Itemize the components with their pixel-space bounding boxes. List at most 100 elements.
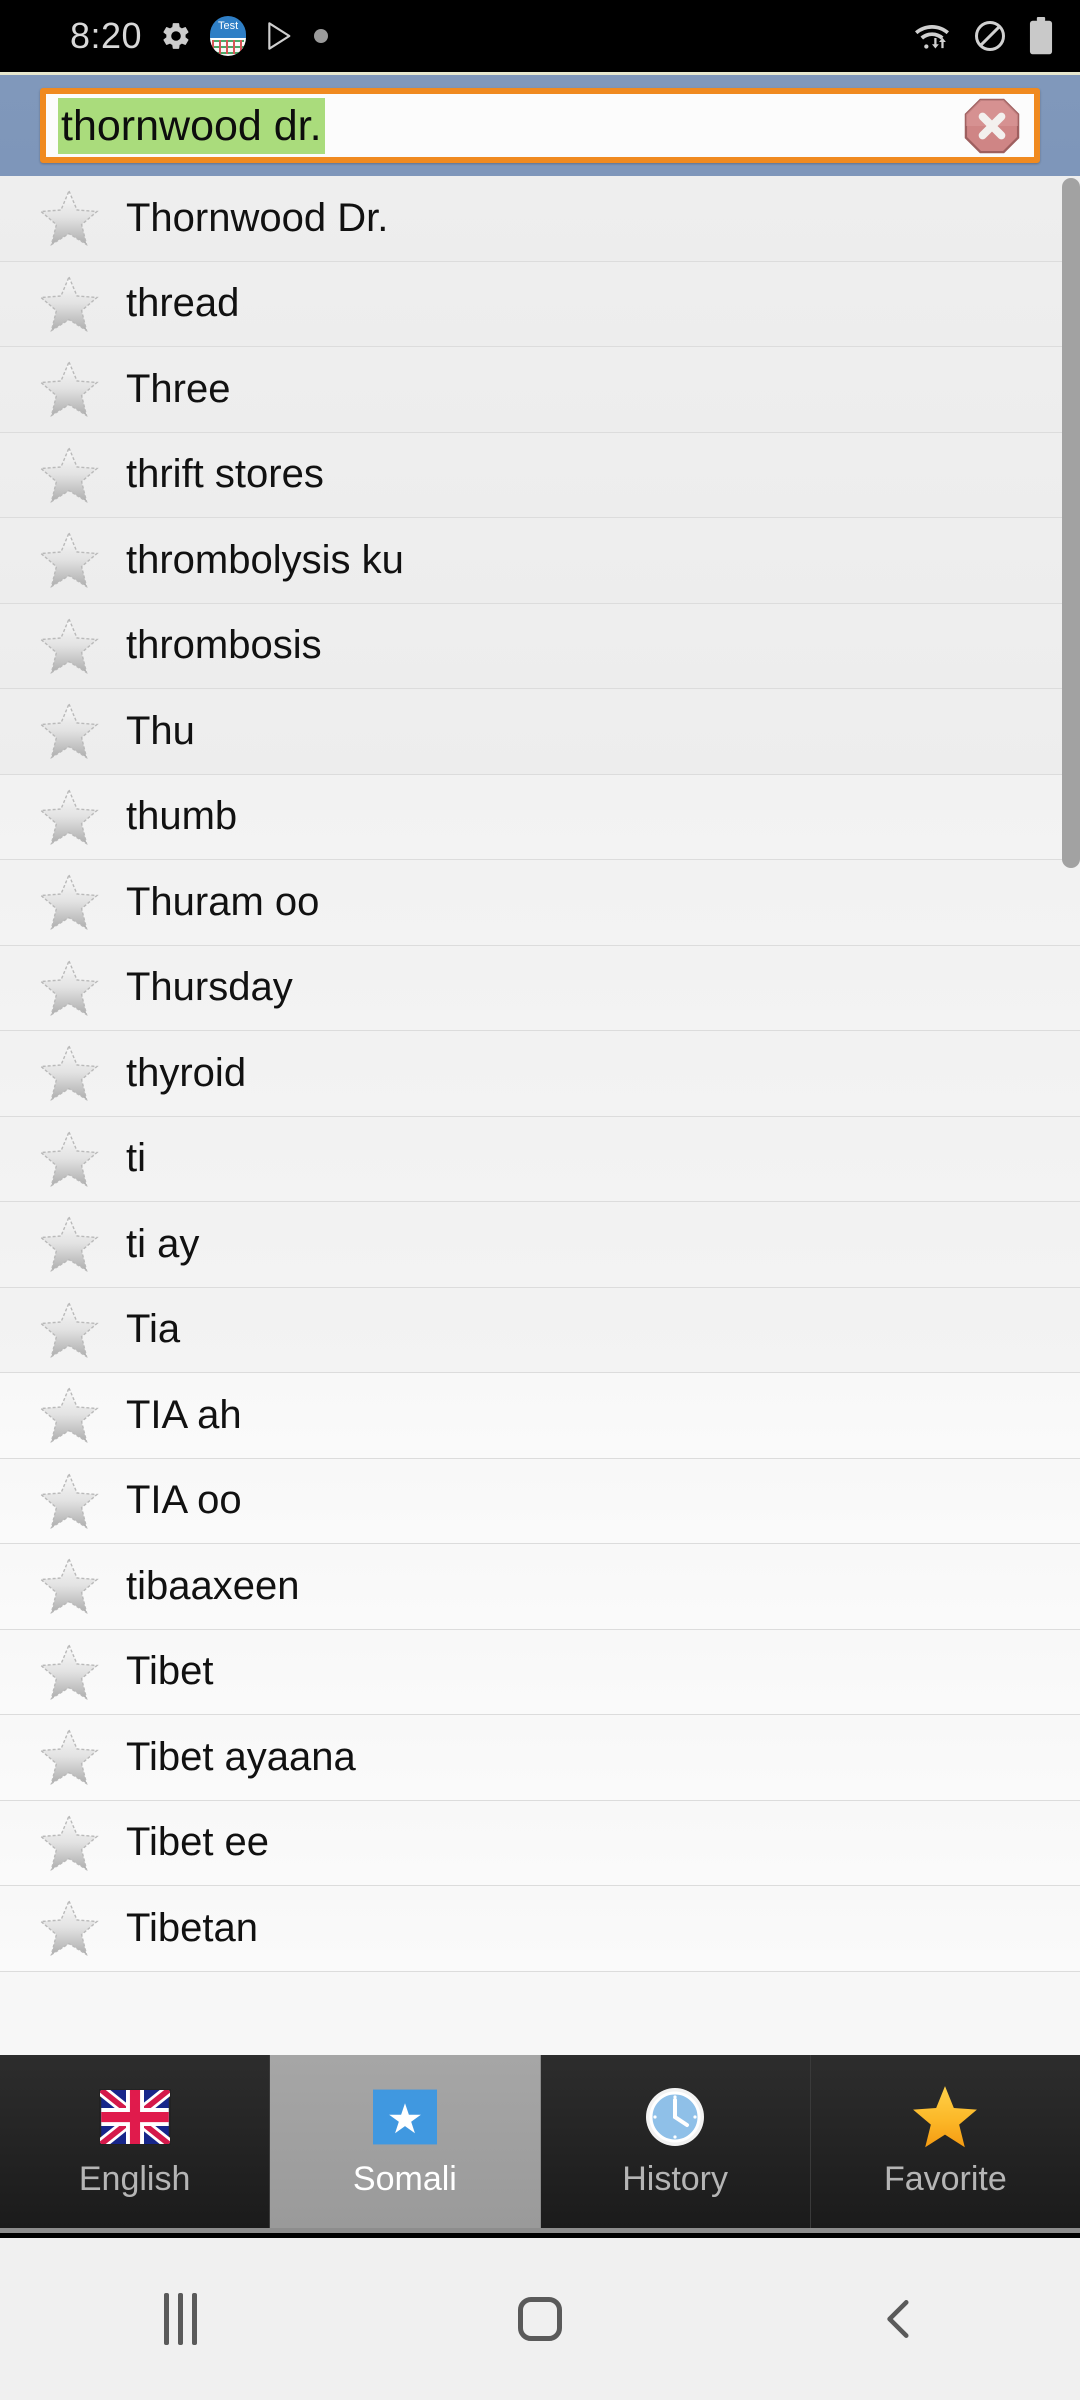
list-item-label: thread xyxy=(126,281,240,326)
tab-history[interactable]: History xyxy=(540,2055,811,2228)
recents-button[interactable] xyxy=(0,2238,360,2400)
list-item-label: Thursday xyxy=(126,965,293,1010)
gold-star-icon xyxy=(910,2084,980,2150)
list-item-label: Tibet xyxy=(126,1649,214,1694)
star-outline-icon[interactable] xyxy=(38,616,100,676)
star-outline-icon[interactable] xyxy=(38,1642,100,1702)
star-outline-icon[interactable] xyxy=(38,1214,100,1274)
list-scrollbar[interactable] xyxy=(1062,178,1080,868)
list-item[interactable]: ti xyxy=(0,1116,1080,1202)
clock-icon xyxy=(643,2084,707,2150)
star-outline-icon[interactable] xyxy=(38,1727,100,1787)
list-item-label: Three xyxy=(126,366,231,411)
status-bar-clock: 8:20 xyxy=(70,15,143,56)
status-bar-right xyxy=(912,17,1054,55)
status-bar: 8:20 Test xyxy=(0,0,1080,72)
star-outline-icon[interactable] xyxy=(38,1471,100,1531)
list-item-label: Tibet ayaana xyxy=(126,1734,356,1779)
list-item[interactable]: Thu xyxy=(0,689,1080,775)
star-outline-icon[interactable] xyxy=(38,1129,100,1189)
list-rows: Thornwood Dr. thread Three thrift stores thr… xyxy=(0,176,1080,1972)
back-icon xyxy=(887,2300,909,2338)
star-outline-icon[interactable] xyxy=(38,1300,100,1360)
bottom-tab-bar: English Somali History Favorite xyxy=(0,2055,1080,2233)
back-button[interactable] xyxy=(720,2238,1080,2400)
tab-favorite[interactable]: Favorite xyxy=(810,2055,1080,2228)
star-outline-icon[interactable] xyxy=(38,958,100,1018)
list-item-label: thrift stores xyxy=(126,452,324,497)
star-outline-icon[interactable] xyxy=(38,701,100,761)
list-item-label: Thu xyxy=(126,708,195,753)
list-item[interactable]: thyroid xyxy=(0,1031,1080,1117)
list-item-label: TIA ah xyxy=(126,1392,242,1437)
list-item-label: Tibet ee xyxy=(126,1820,270,1865)
home-button[interactable] xyxy=(360,2238,720,2400)
system-navigation-bar xyxy=(0,2238,1080,2400)
list-item[interactable]: TIA ah xyxy=(0,1373,1080,1459)
search-box[interactable]: thornwood dr. xyxy=(40,88,1040,163)
list-item-label: thrombolysis ku xyxy=(126,537,404,582)
star-outline-icon[interactable] xyxy=(38,1813,100,1873)
clear-search-button[interactable] xyxy=(962,96,1022,156)
list-item-label: Thornwood Dr. xyxy=(126,195,389,240)
star-outline-icon[interactable] xyxy=(38,188,100,248)
star-outline-icon[interactable] xyxy=(38,1556,100,1616)
list-item[interactable]: Thursday xyxy=(0,945,1080,1031)
wifi-icon xyxy=(912,19,952,53)
dot-icon xyxy=(314,29,329,43)
list-item[interactable]: Tibet ayaana xyxy=(0,1715,1080,1801)
tab-english[interactable]: English xyxy=(0,2055,271,2228)
list-item[interactable]: Three xyxy=(0,347,1080,433)
star-outline-icon[interactable] xyxy=(38,445,100,505)
list-item-label: TIA oo xyxy=(126,1478,242,1523)
search-input[interactable]: thornwood dr. xyxy=(46,97,962,154)
test-app-icon: Test xyxy=(210,16,247,56)
list-item[interactable]: thrift stores xyxy=(0,432,1080,518)
list-item[interactable]: Tibet ee xyxy=(0,1800,1080,1886)
home-icon xyxy=(518,2297,562,2341)
star-outline-icon[interactable] xyxy=(38,872,100,932)
list-item-label: Tia xyxy=(126,1307,181,1352)
list-item-label: thrombosis xyxy=(126,623,322,668)
play-store-icon xyxy=(264,19,296,53)
list-item[interactable]: Tibet xyxy=(0,1629,1080,1715)
suggestion-list[interactable]: Thornwood Dr. thread Three thrift stores thr… xyxy=(0,176,1080,2055)
list-item[interactable]: thumb xyxy=(0,774,1080,860)
tab-english-label: English xyxy=(78,2160,191,2198)
list-item[interactable]: Thornwood Dr. xyxy=(0,176,1080,262)
list-item[interactable]: Tibetan xyxy=(0,1886,1080,1972)
list-item[interactable]: Tia xyxy=(0,1287,1080,1373)
tab-history-label: History xyxy=(622,2160,729,2198)
list-item[interactable]: ti ay xyxy=(0,1202,1080,1288)
list-item[interactable]: TIA oo xyxy=(0,1458,1080,1544)
gear-icon xyxy=(160,20,192,52)
star-outline-icon[interactable] xyxy=(38,530,100,590)
tab-somali-label: Somali xyxy=(352,2160,457,2198)
do-not-disturb-icon xyxy=(972,18,1008,54)
list-item[interactable]: Thuram oo xyxy=(0,860,1080,946)
somalia-flag-icon xyxy=(372,2084,437,2150)
list-item[interactable]: thread xyxy=(0,261,1080,347)
list-item[interactable]: thrombolysis ku xyxy=(0,518,1080,604)
uk-flag-icon xyxy=(98,2084,171,2150)
list-item-label: Tibetan xyxy=(126,1905,258,1950)
tab-somali[interactable]: Somali xyxy=(270,2055,541,2228)
star-outline-icon[interactable] xyxy=(38,1043,100,1103)
list-item-label: Thuram oo xyxy=(126,879,320,924)
search-input-value: thornwood dr. xyxy=(58,97,325,154)
list-item-label: tibaaxeen xyxy=(126,1563,300,1608)
battery-icon xyxy=(1028,17,1054,55)
star-outline-icon[interactable] xyxy=(38,1898,100,1958)
star-outline-icon[interactable] xyxy=(38,787,100,847)
list-item[interactable]: thrombosis xyxy=(0,603,1080,689)
list-item-label: ti xyxy=(126,1136,146,1181)
tab-favorite-label: Favorite xyxy=(883,2160,1007,2198)
star-outline-icon[interactable] xyxy=(38,274,100,334)
list-item-label: thyroid xyxy=(126,1050,247,1095)
status-bar-left: 8:20 Test xyxy=(70,15,329,57)
star-outline-icon[interactable] xyxy=(38,359,100,419)
search-header: thornwood dr. xyxy=(0,72,1080,176)
list-item[interactable]: tibaaxeen xyxy=(0,1544,1080,1630)
list-item-label: thumb xyxy=(126,794,238,839)
star-outline-icon[interactable] xyxy=(38,1385,100,1445)
